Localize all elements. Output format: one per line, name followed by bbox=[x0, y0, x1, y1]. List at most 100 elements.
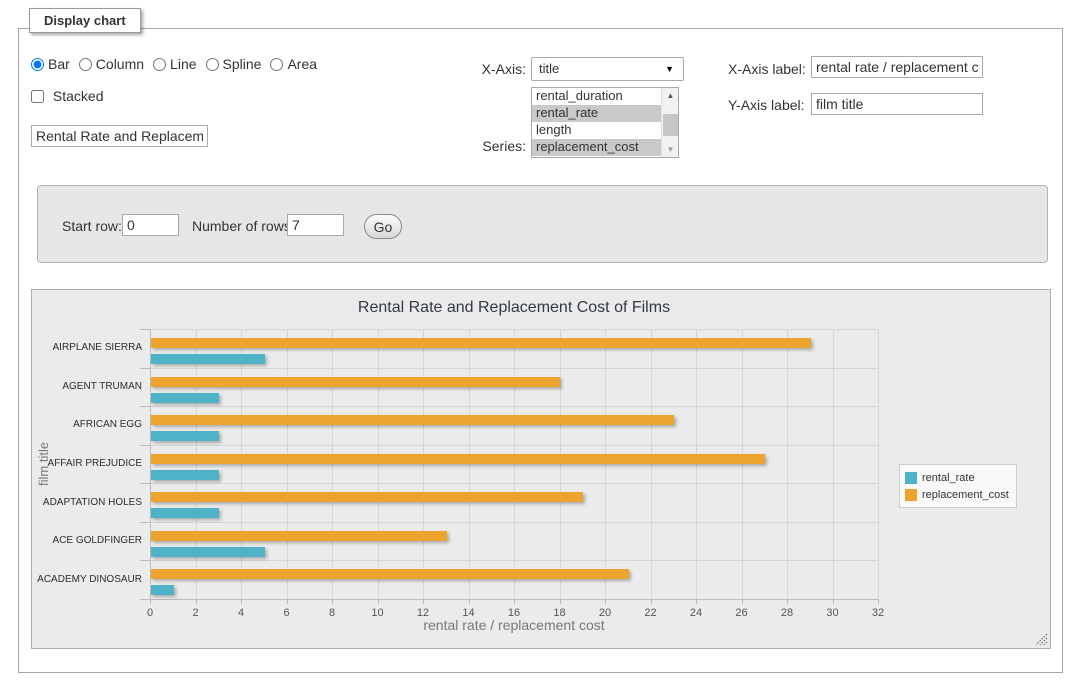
series-option-length[interactable]: length bbox=[532, 122, 661, 139]
legend-label: replacement_cost bbox=[922, 489, 1009, 501]
y-axis-tick bbox=[140, 445, 150, 446]
x-tick-label: 0 bbox=[147, 607, 153, 619]
chart-type-label: Area bbox=[287, 56, 317, 72]
gridline bbox=[696, 329, 697, 599]
gridline bbox=[287, 329, 288, 599]
gridline bbox=[651, 329, 652, 599]
chart-type-radio-column[interactable] bbox=[79, 58, 92, 71]
category-label: ADAPTATION HOLES bbox=[32, 497, 142, 508]
x-tick-label: 22 bbox=[644, 607, 656, 619]
series-option-rental_duration[interactable]: rental_duration bbox=[532, 88, 661, 105]
bar-replacement_cost bbox=[151, 377, 560, 387]
chart-type-label: Column bbox=[96, 56, 144, 72]
x-tick-label: 14 bbox=[462, 607, 474, 619]
number-of-rows-input[interactable] bbox=[287, 214, 344, 236]
scrollbar-thumb[interactable] bbox=[663, 114, 678, 136]
gridline bbox=[332, 329, 333, 599]
x-tick-label: 10 bbox=[371, 607, 383, 619]
start-row-input[interactable] bbox=[122, 214, 179, 236]
stacked-checkbox[interactable] bbox=[31, 90, 44, 103]
chart-type-option-column[interactable]: Column bbox=[79, 56, 144, 72]
gridline bbox=[150, 560, 878, 561]
chart-type-label: Spline bbox=[223, 56, 262, 72]
y-axis-tick bbox=[140, 599, 150, 600]
y-axis-tick bbox=[140, 329, 150, 330]
chevron-down-icon bbox=[665, 58, 674, 80]
chart-type-radio-group: Bar Column Line Spline Area bbox=[31, 56, 326, 72]
bar-replacement_cost bbox=[151, 338, 811, 348]
stacked-label: Stacked bbox=[53, 88, 104, 104]
chart-type-label: Line bbox=[170, 56, 196, 72]
gridline bbox=[560, 329, 561, 599]
bar-replacement_cost bbox=[151, 569, 629, 579]
x-tick-label: 12 bbox=[417, 607, 429, 619]
bar-replacement_cost bbox=[151, 531, 447, 541]
chart-type-radio-line[interactable] bbox=[153, 58, 166, 71]
x-tick-label: 24 bbox=[690, 607, 702, 619]
go-button[interactable]: Go bbox=[364, 214, 402, 239]
start-row-label: Start row: bbox=[62, 218, 122, 234]
series-scrollbar[interactable] bbox=[661, 88, 678, 157]
chart-type-option-line[interactable]: Line bbox=[153, 56, 196, 72]
category-label: ACE GOLDFINGER bbox=[32, 535, 142, 546]
bar-replacement_cost bbox=[151, 492, 583, 502]
x-tick-label: 18 bbox=[553, 607, 565, 619]
category-label: ACADEMY DINOSAUR bbox=[32, 574, 142, 585]
stacked-row: Stacked bbox=[31, 88, 103, 104]
x-tick-label: 6 bbox=[283, 607, 289, 619]
series-multiselect[interactable]: rental_durationrental_ratelengthreplacem… bbox=[531, 87, 679, 158]
legend-item-rental_rate[interactable]: rental_rate bbox=[905, 469, 1009, 486]
bar-replacement_cost bbox=[151, 415, 674, 425]
series-option-replacement_cost[interactable]: replacement_cost bbox=[532, 139, 661, 156]
y-axis-tick bbox=[140, 406, 150, 407]
gridline bbox=[878, 329, 879, 599]
x-axis-title: rental rate / replacement cost bbox=[150, 617, 878, 633]
bar-rental_rate bbox=[151, 585, 174, 595]
x-tick-label: 16 bbox=[508, 607, 520, 619]
x-tick-label: 20 bbox=[599, 607, 611, 619]
x-axis-selected-value: title bbox=[539, 61, 559, 76]
x-axis-select[interactable]: title bbox=[531, 57, 684, 81]
gridline bbox=[150, 483, 878, 484]
x-tick-label: 28 bbox=[781, 607, 793, 619]
category-label: AIRPLANE SIERRA bbox=[32, 342, 142, 353]
chart-type-radio-area[interactable] bbox=[270, 58, 283, 71]
chart-title-input[interactable] bbox=[31, 125, 208, 147]
bar-rental_rate bbox=[151, 431, 219, 441]
chart-type-option-bar[interactable]: Bar bbox=[31, 56, 70, 72]
chart-area: Rental Rate and Replacement Cost of Film… bbox=[31, 289, 1051, 649]
scroll-down-icon[interactable] bbox=[662, 142, 679, 157]
gridline bbox=[150, 522, 878, 523]
x-axis-select-label: X-Axis: bbox=[478, 61, 526, 77]
chart-type-radio-spline[interactable] bbox=[206, 58, 219, 71]
resize-handle-icon[interactable] bbox=[1035, 633, 1048, 646]
legend-item-replacement_cost[interactable]: replacement_cost bbox=[905, 486, 1009, 503]
chart-type-label: Bar bbox=[48, 56, 70, 72]
gridline bbox=[150, 445, 878, 446]
y-axis-label-input[interactable] bbox=[811, 93, 983, 115]
x-tick-label: 30 bbox=[826, 607, 838, 619]
gridline bbox=[150, 406, 878, 407]
gridline bbox=[787, 329, 788, 599]
category-label: AFFAIR PREJUDICE bbox=[32, 458, 142, 469]
chart-type-option-spline[interactable]: Spline bbox=[206, 56, 262, 72]
category-label: AFRICAN EGG bbox=[32, 419, 142, 430]
x-axis-label-field-label: X-Axis label: bbox=[728, 61, 806, 77]
x-axis-label-input[interactable] bbox=[811, 56, 983, 78]
chart-type-radio-bar[interactable] bbox=[31, 58, 44, 71]
chart-type-option-area[interactable]: Area bbox=[270, 56, 317, 72]
legend-swatch bbox=[905, 472, 917, 484]
gridline bbox=[742, 329, 743, 599]
y-axis-line bbox=[150, 329, 151, 599]
series-option-rental_rate[interactable]: rental_rate bbox=[532, 105, 661, 122]
x-tick-label: 2 bbox=[192, 607, 198, 619]
y-axis-tick bbox=[140, 522, 150, 523]
x-tick-label: 4 bbox=[238, 607, 244, 619]
gridline bbox=[514, 329, 515, 599]
category-label: AGENT TRUMAN bbox=[32, 381, 142, 392]
fieldset-legend: Display chart bbox=[29, 8, 141, 33]
bar-rental_rate bbox=[151, 354, 265, 364]
bar-rental_rate bbox=[151, 470, 219, 480]
scroll-up-icon[interactable] bbox=[662, 88, 679, 103]
gridline bbox=[150, 329, 878, 330]
